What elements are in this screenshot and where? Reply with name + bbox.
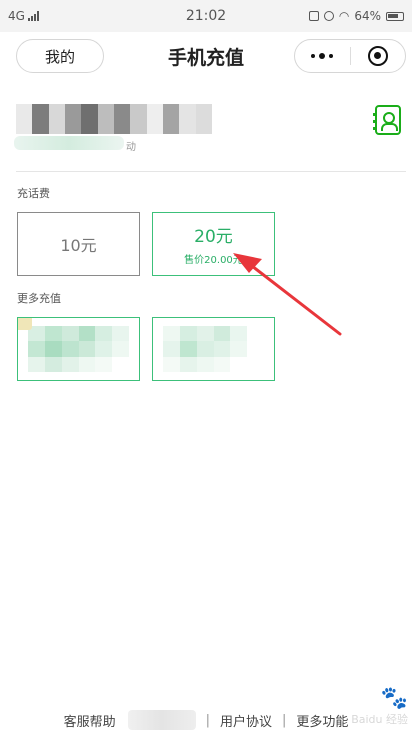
footer-separator: | [205,712,210,728]
back-button[interactable]: 我的 [16,39,104,73]
blurred-badge [18,318,32,330]
more-dot-icon [311,54,316,58]
section-more: 更多充值 [17,292,61,305]
watermark-text: Baidu 经验 [351,713,408,726]
miniprogram-capsule [294,39,406,73]
blurred-content [163,326,264,372]
paw-icon: 🐾 [380,686,408,711]
section-phone-fee: 充话费 [17,187,50,200]
more-option-1[interactable] [17,317,140,381]
page-title: 手机充值 [167,46,244,69]
agreement-link[interactable]: 用户协议 [214,711,278,730]
operator-suffix: 动 [126,142,136,153]
mute-icon [323,11,334,21]
option-amount: 10元 [60,236,97,255]
nav-bar: 我的 手机充值 [0,32,412,80]
option-price: 售价20.00元 [184,255,243,266]
recharge-option-20[interactable]: 20元 售价20.00元 [152,212,275,276]
status-right: ◠ 64% [284,9,404,23]
target-close-icon [367,46,388,66]
option-amount: 20元 [194,227,233,247]
signal-icon [27,11,39,21]
contacts-icon[interactable] [373,105,401,135]
battery-icon [386,11,404,21]
more-menu-button[interactable] [295,40,350,72]
battery-percent: 64% [354,9,381,23]
divider [16,171,406,172]
status-left: 4G [8,9,128,23]
recharge-option-10[interactable]: 10元 [17,212,140,276]
status-bar: 4G 21:02 ◠ 64% [0,0,412,32]
notification-icon [308,11,319,21]
more-option-2[interactable] [152,317,275,381]
blurred-content [28,326,129,372]
blurred-link[interactable] [127,710,196,730]
phone-number-input[interactable] [16,104,212,134]
footer-separator: | [282,712,287,728]
status-time: 21:02 [185,8,227,24]
wifi-icon: ◠ [338,9,350,23]
watermark: 🐾 Baidu 经验 [318,686,408,738]
operator-label [14,136,124,150]
more-dot-icon [319,53,326,59]
close-button[interactable] [350,40,405,72]
help-link[interactable]: 客服帮助 [58,711,122,730]
network-type: 4G [8,9,25,23]
more-dot-icon [329,54,334,58]
